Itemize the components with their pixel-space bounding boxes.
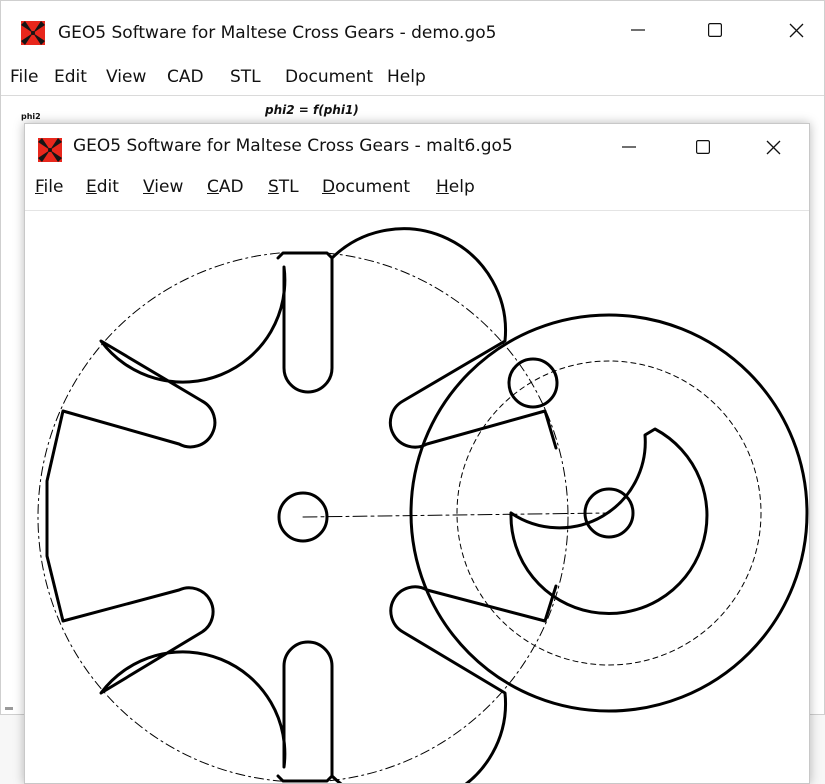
- menubar-divider: [1, 95, 824, 96]
- maximize-button[interactable]: [667, 124, 739, 170]
- menu-file[interactable]: File: [35, 177, 63, 197]
- menu-view[interactable]: View: [106, 67, 146, 87]
- menu-help[interactable]: Help: [387, 67, 426, 87]
- foreground-window[interactable]: GEO5 Software for Maltese Cross Gears - …: [24, 123, 810, 784]
- drive-pin: [507, 357, 559, 409]
- menu-edit[interactable]: Edit: [54, 67, 87, 87]
- close-button[interactable]: [760, 1, 825, 59]
- plot-caption: phi2 = f(phi1): [265, 103, 359, 117]
- menu-stl[interactable]: STL: [230, 67, 261, 87]
- menu-document[interactable]: Document: [322, 177, 410, 197]
- maximize-button[interactable]: [679, 1, 751, 59]
- minimize-button[interactable]: [593, 124, 665, 170]
- maltese-cross-wheel: [45, 251, 334, 783]
- scroll-indicator: [5, 707, 13, 710]
- close-button[interactable]: [737, 124, 809, 170]
- menu-cad[interactable]: CAD: [167, 67, 204, 87]
- maximize-icon: [696, 140, 710, 154]
- background-titlebar[interactable]: GEO5 Software for Maltese Cross Gears - …: [1, 1, 824, 59]
- foreground-titlebar[interactable]: GEO5 Software for Maltese Cross Gears - …: [25, 124, 809, 172]
- center-distance-line: [302, 512, 610, 518]
- minimize-button[interactable]: [602, 1, 674, 59]
- menu-stl[interactable]: STL: [268, 177, 299, 197]
- plot-ylabel: phi2: [21, 112, 41, 121]
- menu-document[interactable]: Document: [285, 67, 373, 87]
- minimize-icon: [631, 29, 645, 31]
- menu-file[interactable]: File: [10, 67, 38, 87]
- window-title: GEO5 Software for Maltese Cross Gears - …: [73, 136, 513, 156]
- drive-wheel-locking-disc: [509, 427, 709, 616]
- menu-cad[interactable]: CAD: [207, 177, 244, 197]
- maximize-icon: [708, 23, 722, 37]
- drawing-canvas[interactable]: [25, 212, 811, 783]
- close-icon: [766, 140, 780, 154]
- background-menubar: File Edit View CAD STL Document Help: [1, 59, 824, 95]
- menu-edit[interactable]: Edit: [86, 177, 119, 197]
- window-title: GEO5 Software for Maltese Cross Gears - …: [58, 23, 497, 43]
- cross-slot-right-bottom: [330, 584, 558, 783]
- close-icon: [789, 23, 803, 37]
- cross-slot-right-top: [330, 227, 558, 450]
- maltese-cross-logo-icon: [21, 21, 45, 45]
- maltese-cross-logo-icon: [38, 138, 62, 162]
- menu-view[interactable]: View: [143, 177, 183, 197]
- menu-help[interactable]: Help: [436, 177, 475, 197]
- menubar-divider: [25, 210, 809, 211]
- minimize-icon: [622, 146, 636, 148]
- foreground-menubar: File Edit View CAD STL Document Help: [25, 172, 809, 208]
